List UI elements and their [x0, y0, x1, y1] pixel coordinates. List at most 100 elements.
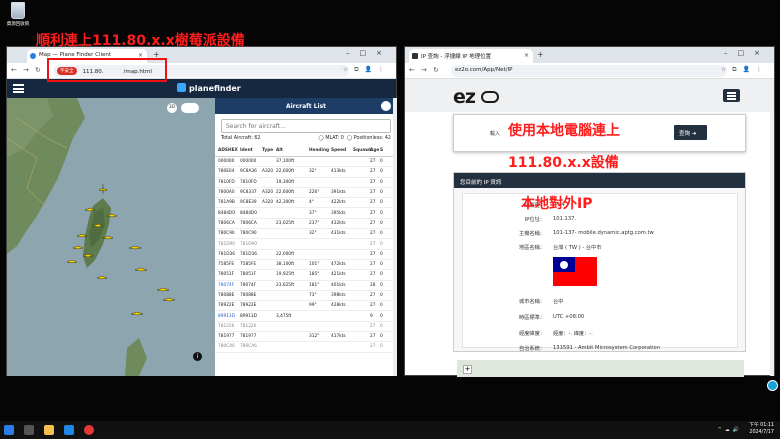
column-header[interactable]: Squawk: [353, 148, 372, 153]
column-header[interactable]: Ident: [240, 148, 262, 153]
table-cell: 78922E: [240, 303, 257, 309]
table-cell: 78074F: [240, 282, 257, 288]
annotation-device-ip: 111.80.x.x設備: [508, 155, 619, 171]
teamviewer-icon[interactable]: [767, 380, 778, 391]
page-scrollbar[interactable]: [770, 80, 774, 376]
recycle-bin-icon: [11, 2, 25, 19]
table-cell: A320: [262, 169, 274, 175]
table-row[interactable]: 780C90 780C90 32° 431kts 27 0: [215, 229, 397, 240]
table-cell: 27: [370, 220, 376, 226]
table-row[interactable]: 000000 000000 37,100ft 27 0: [215, 157, 397, 168]
column-header[interactable]: Age: [370, 148, 380, 153]
table-cell: 27: [370, 334, 376, 340]
reload-icon[interactable]: ↻: [35, 66, 41, 74]
new-tab-icon[interactable]: +: [537, 50, 544, 59]
table-row[interactable]: 89913D 89913D 3,475ft 9 0: [215, 311, 397, 322]
menu-icon[interactable]: [723, 89, 740, 102]
table-cell: A320: [262, 200, 274, 206]
positionless-radio[interactable]: ◯: [347, 136, 354, 141]
column-header[interactable]: Heading: [309, 148, 331, 153]
table-cell: 185°: [309, 272, 320, 278]
ez2o-logo[interactable]: ez: [453, 86, 476, 108]
task-view-icon[interactable]: [24, 425, 34, 435]
table-row[interactable]: 780E04 9C8A36 A320 22,600ft 32° 413kts 27 0: [215, 167, 397, 178]
window-controls[interactable]: –□×: [346, 49, 392, 57]
table-row[interactable]: 781977 781977 312° 417kts 27 0: [215, 332, 397, 343]
table-cell: 19,925ft: [276, 272, 295, 278]
table-row[interactable]: 781226 781226 27 0: [215, 322, 397, 333]
chrome-icon[interactable]: [84, 425, 94, 435]
column-header[interactable]: Alt: [276, 148, 309, 153]
aircraft-list-scrollbar[interactable]: [393, 98, 397, 376]
table-cell: 32°: [309, 169, 317, 175]
right-tab[interactable]: IP 查詢 - 浮捷線 IP 地理位置 ×: [409, 49, 533, 63]
table-row[interactable]: 780CA6 780CA6 27 0: [215, 342, 397, 353]
table-row[interactable]: 7585FE 7585FE 38,100ft 101° 472kts 27 0: [215, 260, 397, 271]
right-url-field[interactable]: ez2o.com/App/Net/IP: [451, 65, 727, 77]
right-tab-bar: IP 查詢 - 浮捷線 IP 地理位置 × + –□×: [405, 47, 774, 63]
column-header[interactable]: S: [380, 148, 388, 153]
column-header[interactable]: Type: [262, 148, 276, 153]
table-row[interactable]: 781A9B 9C8E39 A320 42,300ft 4° 422kts 27 0: [215, 198, 397, 209]
forward-icon[interactable]: →: [23, 66, 29, 74]
table-row[interactable]: 7806CA 7806CA 23,025ft 237° 432kts 27 0: [215, 219, 397, 230]
menu-icon[interactable]: [13, 84, 24, 93]
start-icon[interactable]: [4, 425, 14, 435]
forward-icon[interactable]: →: [421, 66, 427, 74]
window-controls[interactable]: –□×: [724, 49, 770, 57]
teamviewer-taskbar-icon[interactable]: [64, 425, 74, 435]
url-highlight-box: [47, 58, 167, 82]
table-row[interactable]: 7810FD 7810FD 19,300ft 27 0: [215, 178, 397, 188]
back-icon[interactable]: ←: [11, 66, 17, 74]
table-cell: 78088E: [218, 293, 235, 298]
aircraft-search-input[interactable]: Search for aircraft...: [221, 119, 391, 133]
aircraft-markers[interactable]: [66, 184, 176, 316]
recycle-bin[interactable]: 資源回收筒: [3, 2, 33, 27]
ez2o-header: ez: [405, 79, 774, 112]
info-icon[interactable]: i: [193, 352, 202, 361]
table-cell: 428kts: [331, 303, 346, 309]
zoom-in-button[interactable]: +: [463, 365, 472, 374]
table-row[interactable]: 78088E 78088E 73° 398kts 27 0: [215, 291, 397, 302]
file-explorer-icon[interactable]: [44, 425, 54, 435]
table-cell: 781D90: [218, 241, 235, 247]
clock[interactable]: 下午 01:11 2024/7/17: [749, 423, 774, 436]
gear-icon[interactable]: [381, 101, 391, 111]
column-header[interactable]: ADSHEX: [218, 148, 240, 153]
browser-toolbar-icons[interactable]: ☆⧉👤⋮: [343, 66, 390, 74]
location-map[interactable]: [457, 360, 744, 377]
table-row[interactable]: 78051F 78051F 19,925ft 185° 421kts 27 0: [215, 270, 397, 281]
close-tab-icon[interactable]: ×: [524, 52, 529, 59]
table-row[interactable]: 8484D0 8484D0 37° 395kts 27 0: [215, 208, 397, 219]
table-cell: 395kts: [331, 210, 346, 216]
table-row[interactable]: 78074F 78074F 23,625ft 181° 401kts 28 0: [215, 281, 397, 291]
aircraft-table-header[interactable]: ADSHEX Ident Type Alt Heading Speed Squawk Age S: [215, 145, 397, 157]
right-address-bar: ← → ↻ ez2o.com/App/Net/IP ☆⧉👤⋮: [405, 63, 774, 79]
recycle-bin-label: 資源回收筒: [6, 22, 30, 27]
table-cell: 27: [370, 344, 376, 350]
aircraft-stats: Total Aircraft: 62 ◯ MLAT: 0 ◯ Positionl…: [215, 136, 397, 145]
table-row[interactable]: 7800A0 9C8337 A320 22,600ft 226° 391kts 27 0: [215, 188, 397, 199]
3d-toggle-button[interactable]: 3D: [167, 103, 177, 113]
table-cell: 181°: [309, 282, 320, 288]
column-header[interactable]: Speed: [331, 148, 353, 153]
table-cell: 422kts: [331, 200, 346, 206]
back-icon[interactable]: ←: [409, 66, 415, 74]
table-cell: 781D36: [240, 251, 257, 257]
table-cell: 27: [370, 272, 376, 278]
map-graphic[interactable]: [7, 98, 215, 376]
table-cell: 0: [380, 210, 383, 216]
table-cell: 99°: [309, 303, 317, 309]
flight-map[interactable]: 3D i: [7, 98, 215, 376]
ip-info-value: 台中: [553, 299, 564, 305]
table-row[interactable]: 781D36 781D36 22,000ft 27 0: [215, 250, 397, 260]
query-button[interactable]: 查詢 ➜: [674, 125, 707, 140]
reload-icon[interactable]: ↻: [433, 66, 439, 74]
browser-toolbar-icons[interactable]: ☆⧉👤⋮: [721, 66, 768, 74]
layers-toggle-icon[interactable]: [181, 103, 199, 113]
table-cell: 780E04: [218, 169, 235, 175]
system-tray-icons[interactable]: ^☁🔊: [718, 427, 742, 433]
table-cell: 432kts: [331, 220, 346, 226]
table-row[interactable]: 78922E 78922E 99° 428kts 27 0: [215, 301, 397, 312]
table-row[interactable]: 781D90 781D90 27 0: [215, 239, 397, 250]
